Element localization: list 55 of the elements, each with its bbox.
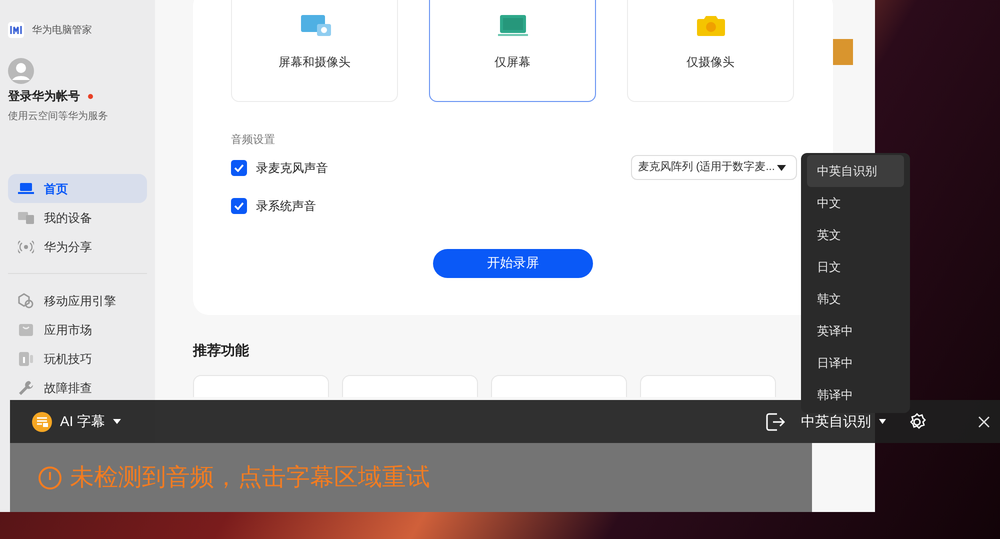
checkbox[interactable] — [231, 198, 247, 214]
menu-item[interactable]: 英译中 — [807, 315, 904, 347]
caption-logo-icon — [32, 412, 52, 432]
settings-button[interactable] — [908, 412, 926, 430]
exit-icon — [765, 412, 785, 432]
account-title[interactable]: 登录华为帐号 — [8, 87, 80, 105]
checkbox-label: 录麦克风声音 — [256, 160, 328, 176]
menu-item[interactable]: 日文 — [807, 251, 904, 283]
sidebar-item[interactable]: 故障排查 — [8, 373, 147, 402]
mode-option[interactable]: 仅屏幕 — [429, 0, 596, 102]
language-dropdown[interactable]: 中英自识别 — [801, 411, 886, 432]
wireless-icon — [18, 238, 34, 254]
caption-message: 未检测到音频，点击字幕区域重试 — [70, 462, 430, 492]
laptop-icon — [18, 180, 34, 196]
menu-item[interactable]: 中文 — [807, 187, 904, 219]
menu-item[interactable]: 日译中 — [807, 347, 904, 379]
caret-icon — [113, 419, 122, 424]
section-label: 音频设置 — [231, 132, 276, 148]
devices-icon — [18, 210, 34, 226]
phone-info-icon — [18, 350, 34, 366]
menu-item[interactable]: 英文 — [807, 219, 904, 251]
caption-title-button[interactable]: AI 字幕 — [32, 411, 122, 432]
sidebar-item[interactable]: 应用市场 — [8, 315, 147, 344]
menu-item[interactable]: 韩文 — [807, 283, 904, 315]
check-icon — [234, 164, 244, 172]
app-title: 华为电脑管家 — [32, 24, 92, 38]
section-title: 推荐功能 — [193, 341, 250, 360]
warning-icon — [38, 466, 62, 490]
sidebar-item[interactable]: 首页 — [8, 174, 147, 203]
mode-option[interactable]: 仅摄像头 — [627, 0, 794, 102]
avatar-icon — [8, 58, 34, 84]
settings-icon — [908, 412, 926, 430]
caret-icon — [776, 164, 786, 170]
photo-placeholder — [833, 39, 853, 65]
mode-option[interactable]: 屏幕和摄像头 — [231, 0, 398, 102]
checkbox-label: 录系统声音 — [256, 198, 316, 214]
close-button[interactable] — [978, 416, 990, 428]
menu-item[interactable]: 中英自识别 — [807, 155, 904, 187]
hexagon-icon — [18, 292, 34, 308]
check-icon — [234, 202, 244, 210]
checkbox[interactable] — [231, 160, 247, 176]
exit-button[interactable] — [765, 412, 785, 432]
bag-icon — [18, 322, 34, 338]
close-icon — [978, 416, 990, 428]
sidebar-item[interactable]: 玩机技巧 — [8, 344, 147, 373]
sidebar-item[interactable]: 移动应用引擎 — [8, 286, 147, 315]
sidebar-item[interactable]: 我的设备 — [8, 203, 147, 232]
microphone-dropdown[interactable]: 麦克风阵列 (适用于数字麦... — [631, 155, 797, 180]
app-logo-icon — [8, 22, 24, 38]
menu-item[interactable]: 韩译中 — [807, 379, 904, 411]
wrench-icon — [18, 380, 34, 396]
account-subtitle: 使用云空间等华为服务 — [8, 110, 109, 124]
caret-icon — [879, 419, 886, 424]
sidebar-item[interactable]: 华为分享 — [8, 232, 147, 261]
start-recording-button[interactable]: 开始录屏 — [433, 248, 593, 278]
